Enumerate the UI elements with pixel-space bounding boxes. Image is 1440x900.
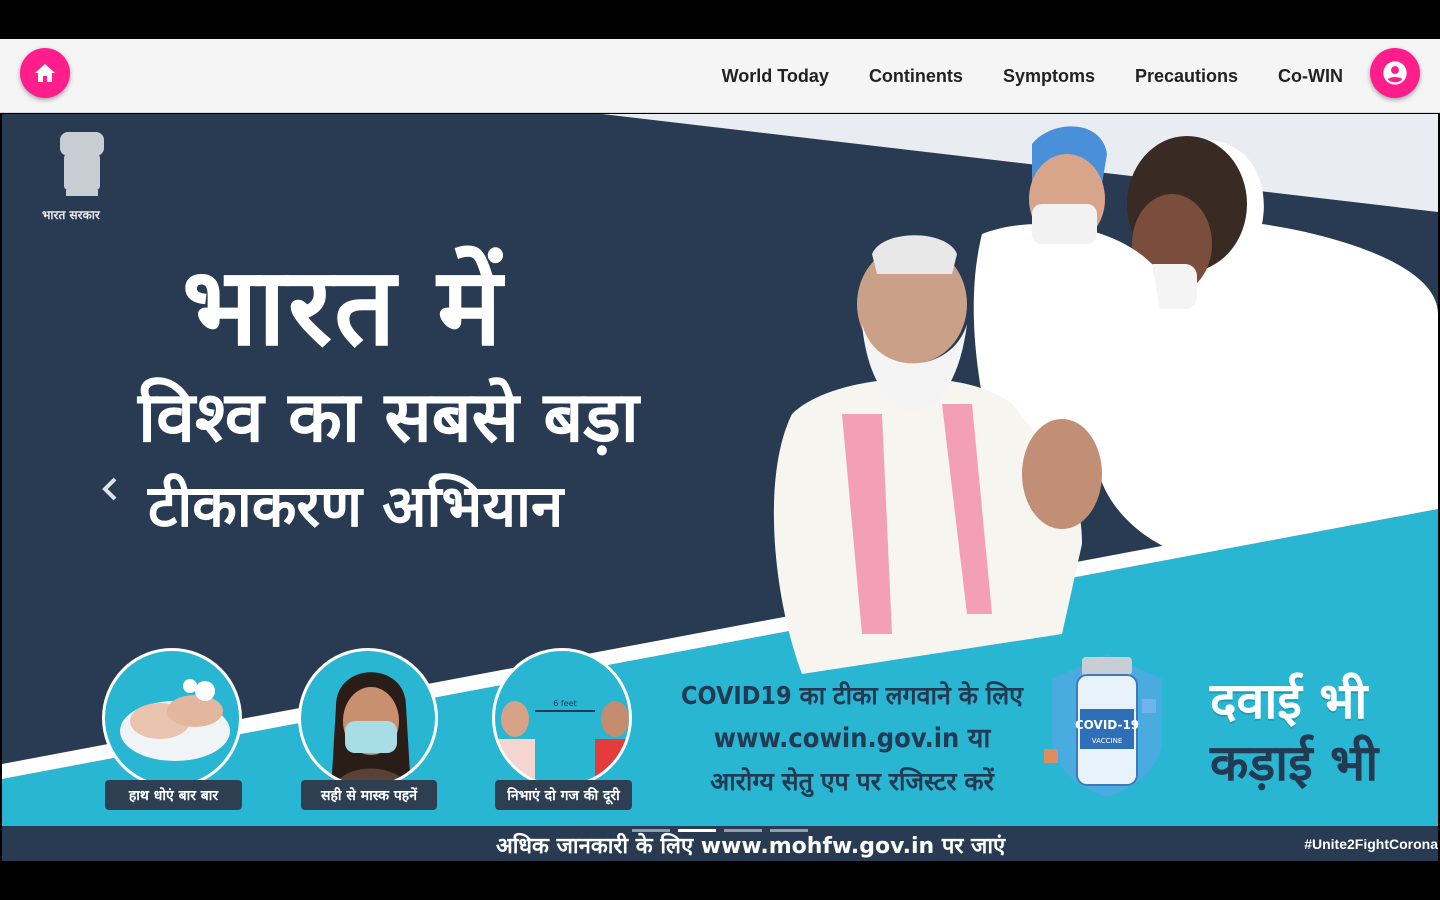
nav-world-today[interactable]: World Today [722, 66, 829, 87]
banner-footer-text: अधिक जानकारी के लिए www.mohfw.gov.in पर … [496, 834, 1006, 859]
precaution-label-mask: सही से मास्क पहनें [301, 780, 437, 810]
registration-line-2: www.cowin.gov.in या [713, 723, 991, 754]
precaution-label-hand-wash: हाथ धोएं बार बार [105, 780, 242, 810]
precaution-mask [298, 648, 438, 788]
account-button[interactable] [1370, 48, 1420, 98]
government-label: भारत सरकार [42, 208, 100, 222]
carousel-indicator[interactable] [724, 829, 762, 832]
main-nav: World Today Continents Symptoms Precauti… [722, 39, 1343, 113]
nav-symptoms[interactable]: Symptoms [1003, 66, 1095, 87]
carousel-indicators [632, 829, 808, 832]
national-emblem [60, 132, 104, 196]
vaccine-sublabel: VACCINE [1092, 737, 1123, 745]
banner-title-line-2: विश्व का सबसे बड़ा [138, 376, 639, 458]
banner-hashtag: #Unite2FightCorona [1304, 836, 1438, 852]
slogan-line-2: कड़ाई भी [1210, 734, 1379, 792]
precaution-label-distance: निभाएं दो गज की दूरी [495, 780, 632, 810]
screen-letterbox-bottom [0, 861, 1440, 900]
home-icon [35, 64, 55, 82]
chevron-right-icon [1322, 477, 1337, 501]
banner-title-line-1: भारत में [182, 245, 504, 370]
chevron-left-icon [102, 477, 117, 501]
registration-line-1: COVID19 का टीका लगवाने के लिए [681, 681, 1023, 710]
nav-cowin[interactable]: Co-WIN [1278, 66, 1343, 87]
banner-title-line-3: टीकाकरण अभियान [148, 472, 564, 540]
home-button[interactable] [20, 48, 70, 98]
vaccination-banner-carousel: भारत सरकार भारत में विश्व का सबसे बड़ा ट… [2, 114, 1438, 861]
distance-label: 6 feet [553, 699, 576, 708]
carousel-prev-button[interactable] [95, 474, 125, 504]
precaution-distance: 6 feet [492, 648, 632, 788]
hand-wash-icon [120, 679, 230, 761]
carousel-indicator[interactable] [632, 829, 670, 832]
face-mask-icon [331, 672, 411, 785]
vaccine-vial-icon: COVID-19 VACCINE [1044, 654, 1162, 797]
registration-info: COVID19 का टीका लगवाने के लिए www.cowin.… [672, 674, 1032, 803]
account-circle-icon [1383, 61, 1407, 85]
nav-precautions[interactable]: Precautions [1135, 66, 1238, 87]
carousel-indicator[interactable] [770, 829, 808, 832]
social-distance-icon: 6 feet [495, 699, 629, 785]
top-navbar: World Today Continents Symptoms Precauti… [0, 39, 1440, 113]
nav-continents[interactable]: Continents [869, 66, 963, 87]
carousel-indicator-active[interactable] [678, 829, 716, 832]
slogan-line-1: दवाई भी [1210, 672, 1368, 730]
registration-line-3: आरोग्य सेतु एप पर रजिस्टर करें [710, 767, 994, 796]
slogan: दवाई भी कड़ाई भी [1210, 670, 1378, 794]
carousel-next-button[interactable] [1314, 474, 1344, 504]
precaution-hand-wash [102, 648, 242, 788]
screen-letterbox-top [0, 0, 1440, 39]
vaccine-label: COVID-19 [1075, 718, 1139, 732]
